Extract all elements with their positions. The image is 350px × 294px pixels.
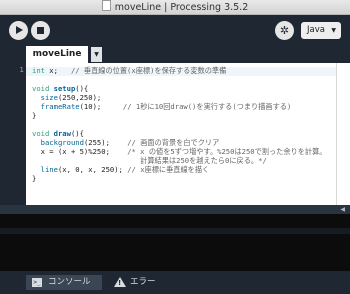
code-line: background(255); // 画面の背景を白でクリア <box>40 138 220 147</box>
debug-button[interactable]: ✲ <box>275 21 294 40</box>
code-line: size(250,250); <box>40 93 102 102</box>
console-tab[interactable]: >_ コンソール <box>26 275 102 290</box>
code-line: int x; // 垂直線の位置(x座標)を保存する変数の準備 <box>32 66 227 75</box>
mode-label: Java <box>307 25 325 35</box>
mode-selector[interactable]: Java ▼ <box>301 22 341 39</box>
title-bar: moveLine | Processing 3.5.2 <box>0 0 350 15</box>
code-line: line(x, 0, x, 250); // x座標に垂直線を描く <box>40 165 210 174</box>
play-icon <box>16 26 23 34</box>
processing-window: moveLine | Processing 3.5.2 ✲ Java ▼ mov… <box>0 0 350 294</box>
current-line-marker: 1 <box>19 66 24 74</box>
console-icon: >_ <box>32 278 42 287</box>
line-gutter: 1 <box>0 63 26 205</box>
console-output <box>0 214 350 271</box>
code-line: void draw(){ <box>32 129 84 138</box>
stop-button[interactable] <box>31 21 50 40</box>
collapse-arrow-icon: ◀ <box>340 206 345 213</box>
tab-moveline[interactable]: moveLine <box>26 46 88 63</box>
code-line: frameRate(10); // 1秒に10回draw()を実行する(つまり描… <box>40 102 292 111</box>
stop-icon <box>37 27 44 34</box>
footer-bar: >_ コンソール ! エラー <box>0 271 350 294</box>
code-editor[interactable]: 1 int x; // 垂直線の位置(x座標)を保存する変数の準備 void s… <box>0 63 336 205</box>
tab-menu-button[interactable]: ▼ <box>91 47 102 62</box>
chevron-down-icon: ▼ <box>94 51 99 58</box>
butterfly-icon: ✲ <box>279 24 290 37</box>
document-icon <box>101 0 111 11</box>
code-line: 計算結果は250を越えたら0に戻る。*/ <box>32 156 267 165</box>
errors-tab[interactable]: ! エラー <box>108 275 168 290</box>
code-line: void setup(){ <box>32 84 89 93</box>
toolbar: ✲ Java ▼ <box>0 15 350 46</box>
chevron-down-icon: ▼ <box>331 27 336 34</box>
window-title: moveLine | Processing 3.5.2 <box>114 2 249 13</box>
tab-bar: moveLine ▼ <box>0 46 350 63</box>
code-line: } <box>32 111 37 120</box>
run-button[interactable] <box>9 21 28 40</box>
code-line: } <box>32 174 37 183</box>
editor-scrollbar[interactable] <box>336 63 350 205</box>
code-line: x = (x + 5)%250; /* x の値を5ずつ増やす。%250は250… <box>32 147 327 156</box>
console-divider[interactable]: ◀ <box>0 205 350 214</box>
console-separator <box>0 228 350 234</box>
